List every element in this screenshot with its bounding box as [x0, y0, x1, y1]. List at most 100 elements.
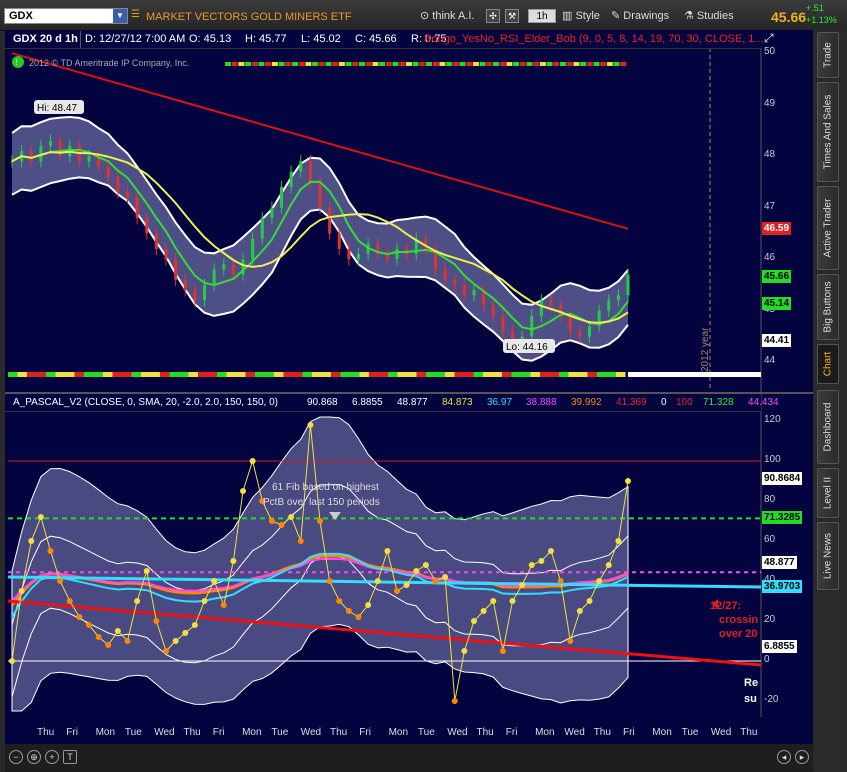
time-axis-label: Tue	[124, 727, 142, 738]
signal-cell	[321, 372, 331, 377]
candle-body	[453, 279, 457, 285]
upper-price-label: 45.14	[762, 296, 792, 310]
signal-cell	[499, 62, 506, 66]
signal-cell	[426, 62, 432, 66]
time-axis-label: Thu	[330, 727, 348, 738]
signal-cell	[439, 62, 446, 66]
candle-body	[193, 290, 197, 301]
pctb-point	[18, 588, 25, 594]
year-label: 2012 year	[700, 327, 711, 372]
candle-body	[212, 269, 216, 285]
bar-low: L: 45.02	[301, 33, 341, 45]
pctb-point	[47, 548, 54, 554]
signal-cell	[553, 62, 560, 66]
upper-tick: 50	[764, 46, 776, 58]
pctb-point	[413, 568, 420, 574]
signal-cell	[628, 372, 761, 377]
lower-study-label[interactable]: A_PASCAL_V2 (CLOSE, 0, SMA, 20, -2.0, 2.…	[13, 397, 278, 408]
study-value: 6.8855	[352, 397, 383, 408]
pctb-point	[499, 648, 506, 654]
lower-price-label: 71.3285	[762, 511, 803, 525]
pctb-point	[86, 622, 92, 628]
candle-body	[491, 305, 495, 316]
header-divider	[80, 31, 81, 48]
signal-cell	[236, 372, 246, 377]
candle-body	[472, 290, 476, 296]
signal-cell	[419, 62, 426, 66]
candle-body	[222, 264, 226, 270]
hi-callout: Hi: 48.47	[34, 100, 84, 114]
pctb-point	[490, 598, 497, 604]
lower-tick: 120	[764, 414, 781, 425]
candle-body	[626, 274, 630, 296]
scroll-left-icon[interactable]: ◂	[777, 750, 791, 764]
signal-cell	[369, 372, 379, 377]
zoom-fit-icon[interactable]: ⊕	[27, 750, 41, 764]
signal-cell	[160, 372, 170, 377]
signal-cell	[578, 372, 588, 377]
chart-label[interactable]: GDX 20 d 1h	[13, 33, 78, 45]
signal-cell	[511, 372, 521, 377]
signal-cell	[397, 372, 407, 377]
signal-cell	[620, 62, 627, 66]
signal-cell	[533, 62, 540, 66]
lower-price-label: 6.8855	[762, 640, 797, 654]
study-value: 71.328	[703, 397, 734, 408]
signal-cell	[312, 372, 322, 377]
signal-cell	[379, 62, 386, 66]
time-axis-label: Tue	[271, 727, 289, 738]
chart-svg[interactable]: Hi: 48.47 Lo: 44.16 2012 © TD Ameritrade…	[0, 0, 847, 772]
signal-cell	[365, 62, 372, 66]
time-axis-label: Tue	[417, 727, 435, 738]
candle-body	[501, 315, 505, 332]
signal-cell	[492, 372, 502, 377]
candle-body	[49, 140, 52, 146]
zoom-in-icon[interactable]: +	[45, 750, 59, 764]
study-value: 41.369	[616, 397, 647, 408]
signal-cell	[331, 372, 341, 377]
signal-cell	[292, 62, 298, 66]
time-axis-label: Thu	[593, 727, 611, 738]
text-tool-icon[interactable]: T	[63, 750, 77, 764]
signal-cell	[112, 372, 122, 377]
pctb-point	[374, 578, 381, 584]
signal-cell	[539, 62, 546, 66]
signal-cell	[265, 62, 272, 66]
candle-body	[530, 315, 534, 337]
svg-text:!: !	[16, 58, 18, 67]
pctb-point	[403, 582, 410, 588]
pctb-point	[249, 458, 256, 464]
scroll-right-icon[interactable]: ▸	[795, 750, 809, 764]
zoom-out-icon[interactable]: −	[9, 750, 23, 764]
lower-tick: 80	[764, 494, 776, 505]
lower-tick: 100	[764, 454, 781, 465]
signal-cell	[493, 62, 499, 66]
candle-body	[116, 176, 120, 193]
pctb-point	[134, 598, 141, 604]
bar-close: C: 45.66	[355, 33, 397, 45]
signal-cell	[65, 372, 75, 377]
pctb-point	[288, 514, 295, 520]
signal-cell	[546, 62, 553, 66]
candle-body	[135, 197, 139, 218]
lower-tick: 20	[764, 614, 776, 625]
candle-body	[87, 156, 91, 162]
pctb-point	[240, 488, 246, 494]
signal-cell	[405, 62, 412, 66]
study-value: 0	[661, 397, 667, 408]
pctb-point	[615, 538, 622, 544]
signal-cell	[446, 62, 453, 66]
candle-body	[568, 315, 572, 332]
signal-cell	[593, 62, 600, 66]
candle-body	[443, 269, 447, 280]
pctb-point	[268, 518, 275, 524]
time-axis-label: Fri	[505, 727, 518, 738]
candle-body	[616, 295, 620, 301]
bottom-toolbar: − ⊕ + T ◂ ▸	[5, 744, 813, 772]
signal-cell	[359, 62, 365, 66]
pctb-point	[182, 630, 189, 636]
signal-cell	[586, 62, 593, 66]
time-axis-label: Mon	[535, 727, 555, 738]
upper-study-label[interactable]: Bongo_YesNo_RSI_Elder_Bob (9, 0, 5, 8, 1…	[424, 33, 764, 45]
candle-body	[58, 140, 62, 157]
